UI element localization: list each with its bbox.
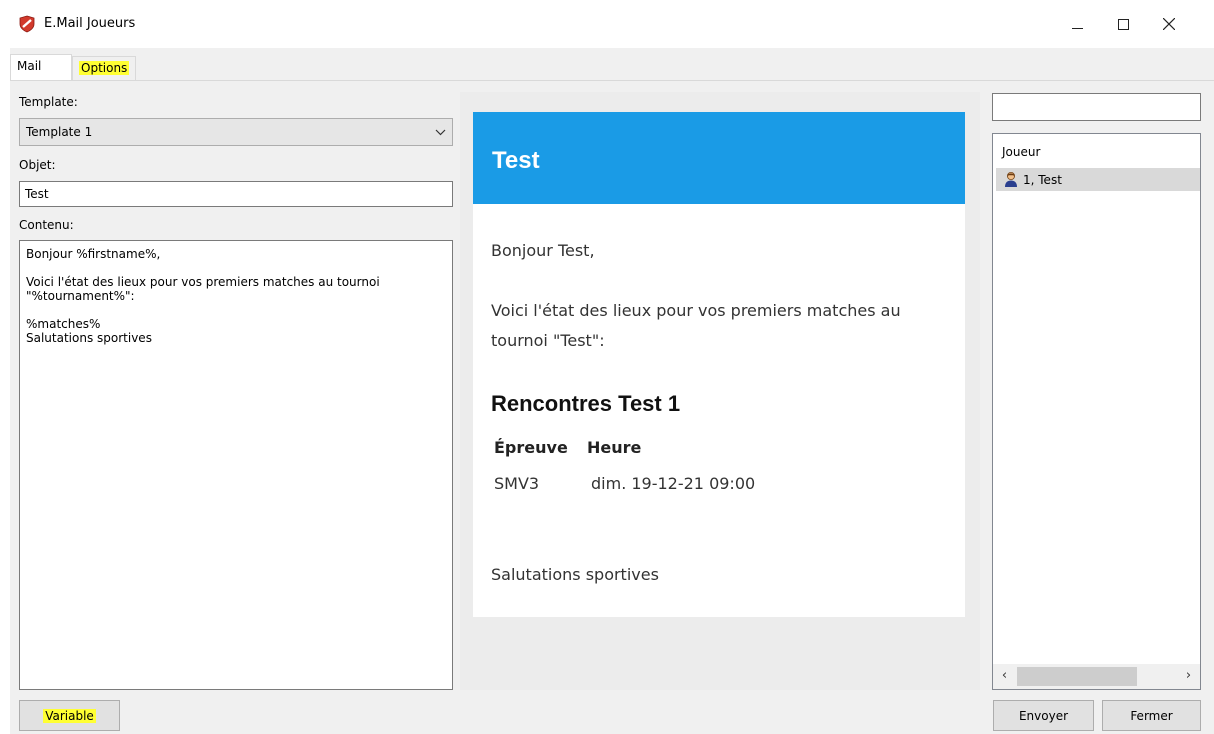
subject-label: Objet: (19, 158, 56, 172)
minimize-icon (1071, 27, 1083, 29)
table-header-event: Épreuve (494, 438, 568, 457)
chevron-left-icon[interactable]: ‹ (996, 668, 1013, 683)
content-label: Contenu: (19, 218, 74, 232)
email-intro-line-1: Voici l'état des lieux pour vos premiers… (491, 301, 901, 320)
minimize-button[interactable] (1054, 0, 1100, 48)
content-textarea[interactable]: Bonjour %firstname%, Voici l'état des li… (19, 240, 453, 690)
player-icon (1005, 172, 1017, 187)
player-list[interactable] (992, 133, 1201, 690)
subject-input[interactable]: Test (19, 181, 453, 207)
tab-mail[interactable]: Mail (10, 54, 72, 80)
chevron-right-icon[interactable]: › (1180, 668, 1197, 683)
send-button-label: Envoyer (1018, 708, 1069, 723)
template-select-value: Template 1 (26, 125, 93, 139)
table-cell-time: dim. 19-12-21 09:00 (591, 474, 756, 493)
chevron-down-icon (435, 119, 446, 155)
email-preview-header (473, 112, 965, 204)
tab-mail-label: Mail (17, 59, 42, 73)
tab-options[interactable]: Options (72, 56, 136, 81)
list-item-label: 1, Test (1023, 173, 1062, 187)
scrollbar-thumb[interactable] (1017, 667, 1137, 686)
shield-icon (19, 15, 35, 33)
player-search-input[interactable] (992, 93, 1201, 121)
email-section-title: Rencontres Test 1 (491, 391, 681, 416)
close-icon (1163, 18, 1175, 30)
variable-button[interactable]: Variable (19, 700, 120, 731)
close-button-label: Fermer (1130, 708, 1173, 723)
window-title: E.Mail Joueurs (44, 16, 136, 31)
close-window-button[interactable] (1146, 0, 1192, 48)
table-cell-event: SMV3 (494, 474, 540, 493)
player-list-header: Joueur (1002, 145, 1041, 159)
maximize-button[interactable] (1100, 0, 1146, 48)
close-button[interactable]: Fermer (1102, 700, 1201, 731)
email-closing: Salutations sportives (491, 565, 659, 584)
tab-strip: Mail Options (10, 48, 1214, 81)
email-intro-line-2: tournoi "Test": (491, 331, 605, 350)
template-select[interactable]: Template 1 (19, 118, 453, 146)
email-greeting: Bonjour Test, (491, 241, 595, 260)
variable-button-label: Variable (43, 708, 96, 723)
email-preview-title: Test (492, 147, 540, 174)
maximize-icon (1117, 18, 1129, 30)
send-button[interactable]: Envoyer (993, 700, 1094, 731)
template-label: Template: (19, 95, 78, 109)
tab-options-label: Options (79, 61, 130, 75)
title-bar: E.Mail Joueurs (0, 0, 1214, 48)
table-header-time: Heure (587, 438, 642, 457)
